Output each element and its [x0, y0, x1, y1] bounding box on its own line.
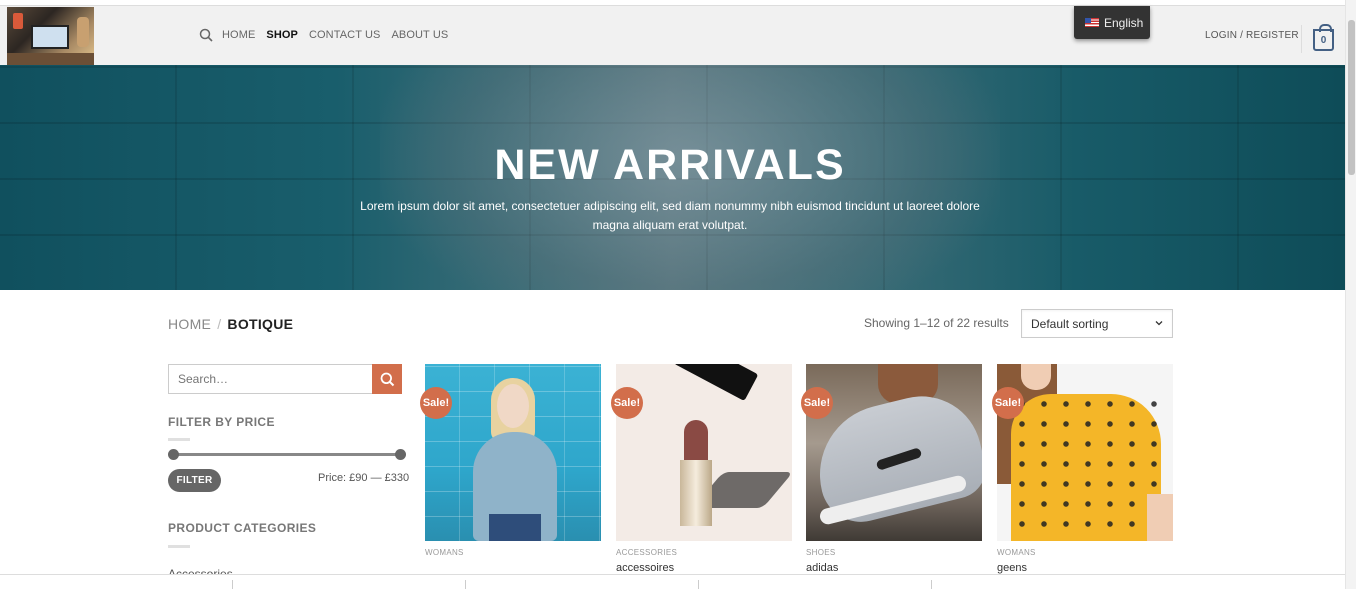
bottom-divider [698, 580, 699, 589]
product-search-input[interactable] [168, 364, 373, 394]
scrollbar-thumb[interactable] [1348, 20, 1355, 175]
us-flag-icon [1085, 18, 1099, 27]
breadcrumb-separator: / [217, 316, 222, 332]
product-card[interactable] [616, 364, 792, 541]
cart-icon[interactable]: 0 [1313, 24, 1334, 51]
section-divider [168, 545, 190, 548]
logo-lamp [13, 13, 23, 29]
nav-contact-us[interactable]: CONTACT US [309, 29, 381, 41]
sale-badge: Sale! [801, 387, 833, 419]
breadcrumb-current: BOTIQUE [227, 316, 294, 332]
image-jeans [489, 514, 541, 541]
result-count: Showing 1–12 of 22 results [864, 316, 1009, 330]
bottom-divider [931, 580, 932, 589]
logo-decor [77, 17, 89, 47]
product-category[interactable]: SHOES [806, 548, 836, 557]
filter-by-price-title: FILTER BY PRICE [168, 415, 275, 429]
main-nav: HOME SHOP CONTACT US ABOUT US [199, 28, 459, 42]
sale-badge: Sale! [420, 387, 452, 419]
product-card[interactable] [425, 364, 601, 541]
bottom-divider [232, 580, 233, 589]
product-name[interactable]: accessoires [616, 562, 674, 574]
product-name[interactable]: adidas [806, 562, 838, 574]
filter-button[interactable]: FILTER [168, 469, 221, 492]
breadcrumb: HOME / BOTIQUE [168, 316, 293, 332]
header-divider [1301, 25, 1302, 53]
language-switcher[interactable]: English [1074, 6, 1150, 39]
product-name[interactable]: geens [997, 562, 1027, 574]
product-image[interactable] [616, 364, 792, 541]
price-slider-track[interactable] [172, 453, 400, 456]
price-range-label: Price: £90 — £330 [318, 472, 410, 484]
product-image[interactable] [997, 364, 1173, 541]
image-face [1021, 364, 1051, 390]
site-logo[interactable] [7, 7, 94, 65]
image-lipstick [684, 420, 708, 464]
sort-select[interactable]: Default sorting [1021, 309, 1173, 338]
price-slider-max-handle[interactable] [395, 449, 406, 460]
nav-shop[interactable]: SHOP [266, 29, 298, 41]
language-label: English [1104, 15, 1144, 30]
nav-home[interactable]: HOME [222, 29, 255, 41]
product-card[interactable] [997, 364, 1173, 541]
product-image[interactable] [806, 364, 982, 541]
image-lipstick-cap [673, 364, 759, 402]
product-category[interactable]: WOMANS [425, 548, 464, 557]
search-icon [380, 372, 394, 386]
product-categories-title: PRODUCT CATEGORIES [168, 521, 317, 535]
logo-screen [31, 25, 69, 49]
nav-about-us[interactable]: ABOUT US [391, 29, 448, 41]
image-arm [1147, 494, 1173, 541]
page-scrollbar[interactable] [1345, 0, 1356, 589]
hero-title: NEW ARRIVALS [494, 141, 846, 189]
site-header: HOME SHOP CONTACT US ABOUT US English LO… [0, 5, 1345, 65]
hero-text: Lorem ipsum dolor sit amet, consectetuer… [360, 199, 980, 232]
bottom-bar [0, 574, 1345, 589]
image-shirt [1011, 394, 1161, 541]
sort-selected-value: Default sorting [1031, 317, 1109, 331]
cart-count: 0 [1320, 34, 1327, 46]
image-face [497, 384, 529, 428]
image-lipstick-tube [680, 460, 712, 526]
hero-banner: NEW ARRIVALS Lorem ipsum dolor sit amet,… [0, 65, 1345, 290]
login-register-link[interactable]: LOGIN / REGISTER [1205, 30, 1299, 41]
breadcrumb-home[interactable]: HOME [168, 316, 211, 332]
product-search-button[interactable] [372, 364, 402, 394]
sale-badge: Sale! [992, 387, 1024, 419]
product-category[interactable]: ACCESSORIES [616, 548, 677, 557]
search-icon[interactable] [199, 28, 213, 42]
sale-badge: Sale! [611, 387, 643, 419]
section-divider [168, 438, 190, 441]
product-card[interactable] [806, 364, 982, 541]
chevron-down-icon [1155, 321, 1163, 326]
product-image[interactable] [425, 364, 601, 541]
logo-desk [7, 53, 94, 65]
bottom-divider [465, 580, 466, 589]
product-category[interactable]: WOMANS [997, 548, 1036, 557]
price-slider-min-handle[interactable] [168, 449, 179, 460]
